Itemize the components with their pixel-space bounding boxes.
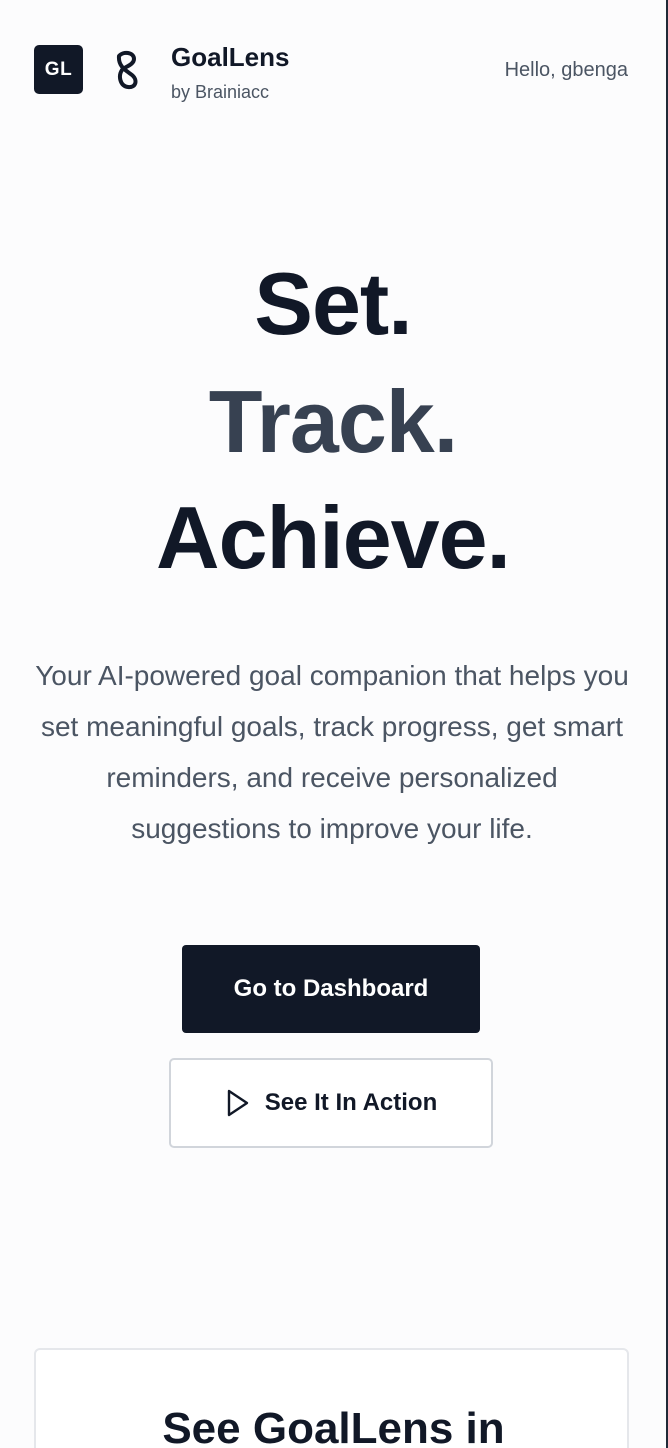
user-greeting: Hello, gbenga [504, 59, 628, 81]
hero-headline-track: Track. [208, 372, 458, 471]
brainiacc-logo-icon [110, 50, 144, 92]
go-to-dashboard-button[interactable]: Go to Dashboard [182, 945, 480, 1033]
demo-section-title: See GoalLens in [162, 1404, 505, 1448]
hero-headline-set: Set. [254, 254, 412, 353]
demo-section-card: See GoalLens in [34, 1348, 629, 1448]
hero-headline-achieve: Achieve. [156, 488, 511, 587]
brand-name[interactable]: GoalLens [171, 42, 289, 73]
hero-description: Your AI-powered goal companion that help… [35, 660, 629, 844]
landing-page: GL GoalLens by Brainiacc Hello, gbenga S… [0, 0, 668, 1448]
logo-badge[interactable]: GL [34, 45, 83, 94]
see-it-in-action-button[interactable]: See It In Action [169, 1058, 493, 1148]
go-to-dashboard-label: Go to Dashboard [233, 975, 429, 1002]
see-it-in-action-label: See It In Action [264, 1089, 438, 1116]
site-header: GL GoalLens by Brainiacc Hello, gbenga [0, 0, 666, 140]
play-icon [225, 1088, 251, 1118]
brand-subtitle: by Brainiacc [171, 82, 270, 102]
